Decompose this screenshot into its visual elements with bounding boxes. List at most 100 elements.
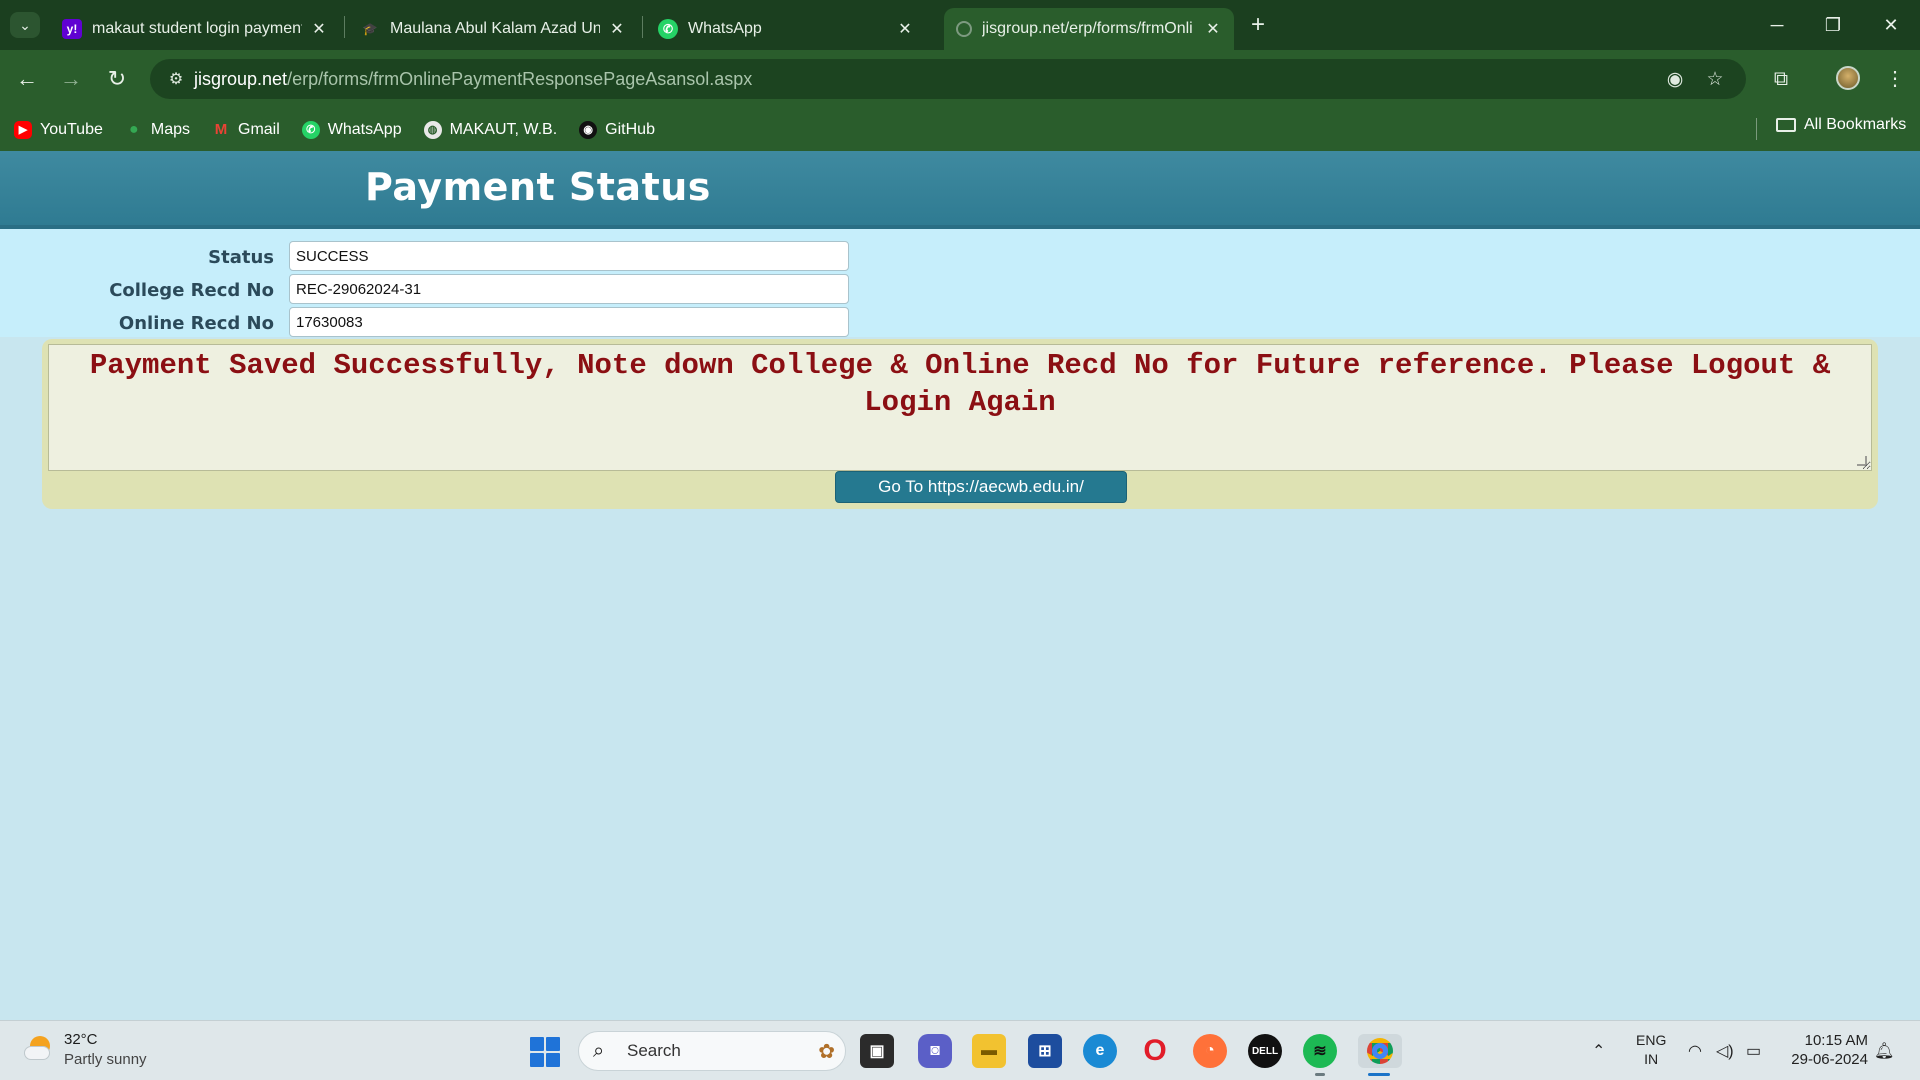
success-message-textarea[interactable]: Payment Saved Successfully, Note down Co… — [48, 344, 1872, 471]
close-window-button[interactable]: ✕ — [1868, 10, 1914, 40]
weather-condition[interactable]: Partly sunny — [64, 1051, 147, 1068]
message-panel: Payment Saved Successfully, Note down Co… — [42, 339, 1878, 509]
bookmarks-divider — [1756, 118, 1757, 140]
weather-temp[interactable]: 32°C — [64, 1031, 98, 1048]
search-highlight-icon: ✿ — [818, 1040, 835, 1063]
search-icon: ⌕ — [593, 1039, 605, 1062]
tab-divider — [642, 16, 643, 38]
bookmark-makaut[interactable]: ◍ MAKAUT, W.B. — [423, 120, 558, 139]
cloud-icon — [24, 1046, 50, 1060]
all-bookmarks-button[interactable]: All Bookmarks — [1776, 116, 1906, 134]
back-button[interactable]: ← — [12, 64, 42, 94]
eye-slash-icon[interactable]: ◉ — [1662, 67, 1688, 93]
tab-makaut-search[interactable]: y! makaut student login payment ✕ — [50, 8, 340, 50]
chevron-down-icon: ⌄ — [19, 16, 31, 33]
search-label: Search — [627, 1041, 681, 1060]
bookmark-maps[interactable]: ● Maps — [125, 121, 190, 139]
file-explorer-icon[interactable]: ▬ — [972, 1034, 1006, 1068]
restore-button[interactable]: ❐ — [1810, 10, 1856, 40]
firefox-icon[interactable]: ◔ — [1193, 1034, 1227, 1068]
bookmark-label: Maps — [150, 120, 190, 138]
language-indicator[interactable]: ENG IN — [1636, 1031, 1666, 1069]
extensions-icon[interactable]: ⧉ — [1766, 64, 1796, 94]
bookmark-whatsapp[interactable]: ✆ WhatsApp — [301, 120, 402, 139]
clock[interactable]: 10:15 AM 29-06-2024 — [1786, 1031, 1868, 1069]
bookmark-label: GitHub — [605, 120, 655, 138]
site-info-icon[interactable]: ⚙ — [158, 69, 194, 89]
gmail-icon: M — [214, 121, 228, 138]
opera-icon[interactable]: O — [1138, 1034, 1172, 1068]
tab-makaut-university[interactable]: 🎓 Maulana Abul Kalam Azad Univ ✕ — [348, 8, 638, 50]
microsoft-store-icon[interactable]: ⊞ — [1028, 1034, 1062, 1068]
url-path: /erp/forms/frmOnlinePaymentResponsePageA… — [287, 68, 753, 89]
edge-icon[interactable]: e — [1083, 1034, 1117, 1068]
tab-strip: ⌄ y! makaut student login payment ✕ 🎓 Ma… — [0, 0, 1920, 50]
profile-avatar[interactable] — [1836, 66, 1860, 90]
weather-icon[interactable] — [24, 1034, 54, 1064]
folder-icon — [1776, 118, 1796, 132]
tab-title: makaut student login payment — [92, 20, 302, 37]
status-field[interactable] — [289, 241, 849, 271]
tab-whatsapp[interactable]: ✆ WhatsApp ✕ — [646, 8, 926, 50]
battery-icon[interactable]: ▭ — [1746, 1041, 1761, 1061]
college-recd-field[interactable] — [289, 274, 849, 304]
bookmark-youtube[interactable]: ▶ YouTube — [14, 120, 103, 139]
reload-button[interactable]: ↻ — [102, 64, 132, 94]
chevron-up-icon[interactable]: ⌃ — [1592, 1041, 1605, 1061]
running-indicator — [1315, 1073, 1325, 1076]
task-view-icon[interactable]: ▣ — [860, 1034, 894, 1068]
tab-title: Maulana Abul Kalam Azad Univ — [390, 20, 600, 37]
status-label: Status — [208, 247, 274, 268]
maps-pin-icon: ● — [129, 120, 139, 138]
teams-chat-icon[interactable]: ◙ — [918, 1034, 952, 1068]
graduation-cap-icon: 🎓 — [362, 22, 378, 36]
windows-start-icon[interactable] — [530, 1037, 560, 1067]
url-host: jisgroup.net — [194, 68, 288, 89]
dell-icon[interactable]: DELL — [1248, 1034, 1282, 1068]
go-to-site-button[interactable]: Go To https://aecwb.edu.in/ — [835, 471, 1127, 503]
address-bar[interactable]: ⚙ jisgroup.net/erp/forms/frmOnlinePaymen… — [150, 59, 1746, 99]
college-recd-row: College Recd No — [0, 272, 860, 305]
clock-time: 10:15 AM — [1804, 1032, 1868, 1049]
minimize-button[interactable]: ─ — [1754, 10, 1800, 40]
bookmark-gmail[interactable]: M Gmail — [212, 121, 280, 139]
taskbar-search[interactable]: ⌕ Search ✿ — [578, 1031, 846, 1071]
chrome-icon[interactable] — [1358, 1034, 1402, 1068]
language-code: ENG — [1636, 1032, 1667, 1048]
close-icon[interactable]: ✕ — [310, 19, 328, 39]
bookmark-label: YouTube — [40, 120, 103, 138]
page-header: Payment Status — [0, 151, 1920, 225]
star-icon[interactable]: ☆ — [1702, 67, 1728, 93]
notification-bell-icon[interactable]: 🔔︎ — [1874, 1041, 1894, 1061]
menu-dots-icon[interactable]: ⋮ — [1880, 64, 1910, 94]
close-icon[interactable]: ✕ — [608, 19, 626, 39]
page-title: Payment Status — [365, 165, 711, 209]
bookmarks-bar: ▶ YouTube ● Maps M Gmail ✆ WhatsApp ◍ MA… — [0, 108, 1920, 151]
whatsapp-icon: ✆ — [301, 120, 320, 139]
bookmark-label: Gmail — [238, 120, 280, 138]
spotify-icon[interactable]: ≋ — [1303, 1034, 1337, 1068]
success-message: Payment Saved Successfully, Note down Co… — [89, 349, 1831, 419]
close-icon[interactable]: ✕ — [1204, 19, 1222, 39]
browser-toolbar: ← → ↻ ⚙ jisgroup.net/erp/forms/frmOnline… — [0, 50, 1920, 108]
globe-icon: ◍ — [423, 120, 442, 139]
bookmark-label: MAKAUT, W.B. — [449, 120, 558, 138]
close-icon[interactable]: ✕ — [896, 19, 914, 39]
college-recd-label: College Recd No — [109, 280, 274, 301]
tab-jisgroup-active[interactable]: jisgroup.net/erp/forms/frmOnli ✕ — [944, 8, 1234, 50]
bookmark-github[interactable]: ◉ GitHub — [579, 120, 655, 139]
volume-icon[interactable]: ◁) — [1716, 1041, 1734, 1061]
online-recd-row: Online Recd No — [0, 305, 860, 338]
forward-button[interactable]: → — [56, 64, 86, 94]
bookmark-label: WhatsApp — [327, 120, 402, 138]
new-tab-button[interactable]: + — [1244, 12, 1272, 40]
tab-title: jisgroup.net/erp/forms/frmOnli — [982, 20, 1193, 37]
whatsapp-icon: ✆ — [658, 19, 678, 39]
tab-divider — [344, 16, 345, 38]
resize-handle-icon[interactable] — [1857, 456, 1867, 466]
clock-date: 29-06-2024 — [1791, 1051, 1868, 1068]
tab-search-button[interactable]: ⌄ — [10, 12, 40, 38]
status-row: Status — [0, 239, 860, 272]
wifi-icon[interactable]: ◠ — [1688, 1041, 1702, 1061]
online-recd-field[interactable] — [289, 307, 849, 337]
